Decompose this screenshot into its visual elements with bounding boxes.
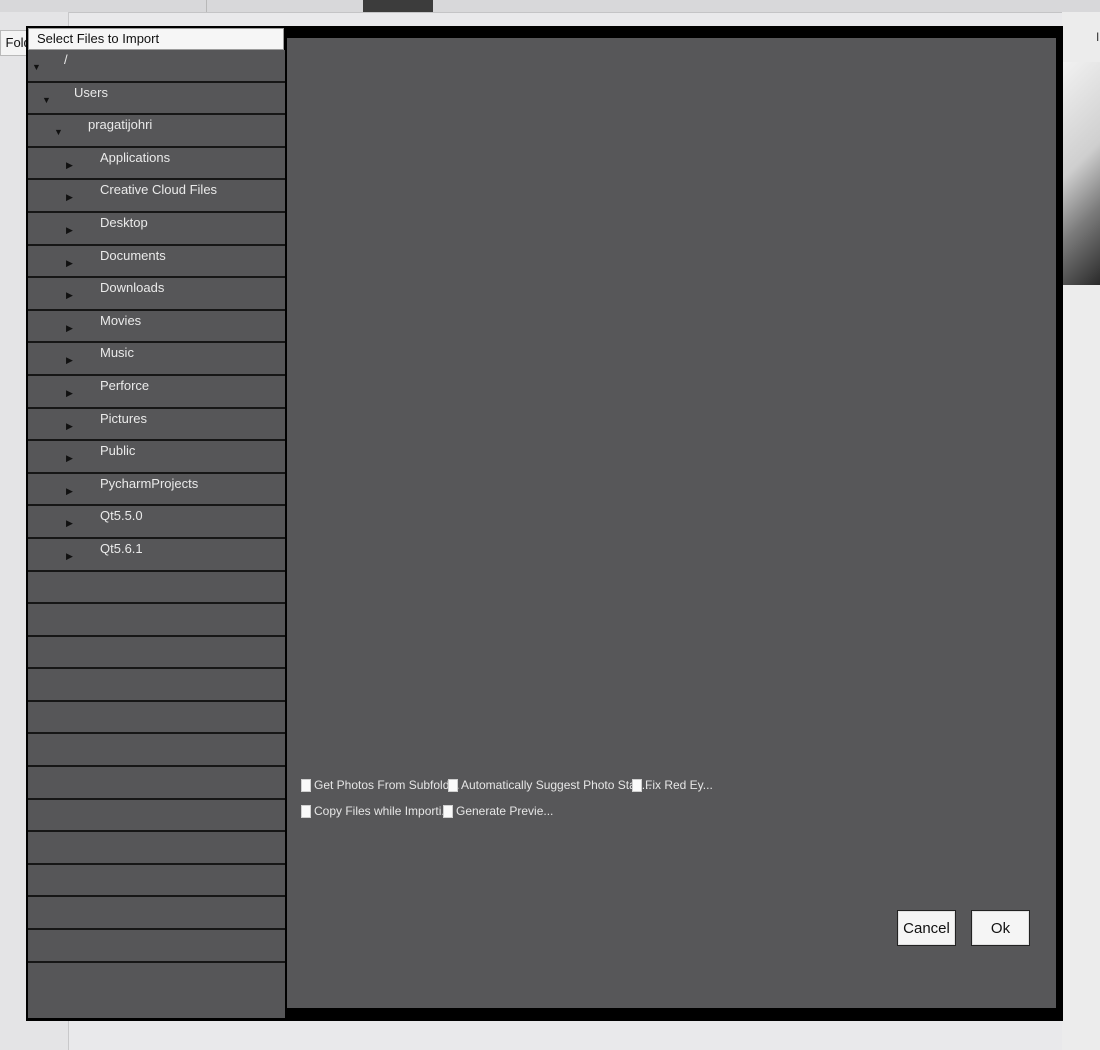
option-label: Copy Files while Importi... xyxy=(314,804,452,818)
tree-row-empty xyxy=(28,897,285,931)
option-generate-previews[interactable]: Generate Previe... xyxy=(443,804,553,818)
tree-row-creative-cloud-files[interactable]: ▶ Creative Cloud Files xyxy=(28,180,285,213)
collapsed-arrow-icon[interactable]: ▶ xyxy=(66,518,73,529)
tree-row-empty xyxy=(28,637,285,670)
tree-row-users[interactable]: ▼ Users xyxy=(28,83,285,116)
checkbox-copy-files-while-importing[interactable] xyxy=(301,804,311,818)
collapsed-arrow-icon[interactable]: ▶ xyxy=(66,388,73,399)
tree-row-applications[interactable]: ▶ Applications xyxy=(28,148,285,181)
collapsed-arrow-icon[interactable]: ▶ xyxy=(66,453,73,464)
collapsed-arrow-icon[interactable]: ▶ xyxy=(66,323,73,334)
tree-row-label: Applications xyxy=(100,149,171,165)
option-fix-red-eyes[interactable]: Fix Red Ey... xyxy=(632,778,713,792)
tree-row-label: Creative Cloud Files xyxy=(100,182,218,198)
tree-row-pictures[interactable]: ▶ Pictures xyxy=(28,409,285,442)
tree-row-qt5-6-1[interactable]: ▶ Qt5.6.1 xyxy=(28,539,285,572)
collapsed-arrow-icon[interactable]: ▶ xyxy=(66,225,73,236)
tree-row-label: Qt5.6.1 xyxy=(100,540,143,556)
tree-row-label: PycharmProjects xyxy=(100,475,199,491)
tree-row-label: Music xyxy=(100,345,134,361)
tree-row-label: Documents xyxy=(100,247,166,263)
background-right-glyph: I xyxy=(1096,30,1100,44)
collapsed-arrow-icon[interactable]: ▶ xyxy=(66,421,73,432)
collapsed-arrow-icon[interactable]: ▶ xyxy=(66,192,73,203)
expanded-arrow-icon[interactable]: ▼ xyxy=(32,62,41,72)
option-get-photos-from-subfolders[interactable]: Get Photos From Subfold... xyxy=(301,778,459,792)
option-auto-suggest-photo-stacks[interactable]: Automatically Suggest Photo Stac... xyxy=(448,778,652,792)
cancel-button[interactable]: Cancel xyxy=(897,910,956,946)
tree-row-empty xyxy=(28,930,285,963)
tree-row-label: Desktop xyxy=(100,214,148,230)
tree-row-label: Users xyxy=(74,84,108,100)
tree-row-empty xyxy=(28,572,285,605)
collapsed-arrow-icon[interactable]: ▶ xyxy=(66,551,73,562)
tree-row-label: / xyxy=(64,52,68,67)
collapsed-arrow-icon[interactable]: ▶ xyxy=(66,258,73,269)
tree-row-empty xyxy=(28,734,285,768)
tree-row-movies[interactable]: ▶ Movies xyxy=(28,311,285,344)
background-separator xyxy=(206,0,207,12)
tree-row-label: Perforce xyxy=(100,377,150,393)
tree-row-empty xyxy=(28,832,285,865)
tree-row-label: Public xyxy=(100,443,136,459)
option-label: Generate Previe... xyxy=(456,804,554,818)
tree-row-music[interactable]: ▶ Music xyxy=(28,343,285,376)
background-top-strip xyxy=(0,0,1100,13)
tree-row-empty xyxy=(28,702,285,735)
checkbox-fix-red-eyes[interactable] xyxy=(632,778,642,792)
tree-row-label: Downloads xyxy=(100,280,165,296)
checkbox-generate-previews[interactable] xyxy=(443,804,453,818)
expanded-arrow-icon[interactable]: ▼ xyxy=(42,95,51,105)
tree-row-label: pragatijohri xyxy=(88,117,153,133)
tree-row-empty xyxy=(28,669,285,702)
collapsed-arrow-icon[interactable]: ▶ xyxy=(66,486,73,497)
tree-row-root[interactable]: ▼ / xyxy=(28,50,285,83)
tree-row-label: Qt5.5.0 xyxy=(100,508,143,524)
background-dark-tab xyxy=(363,0,433,12)
option-copy-files-while-importing[interactable]: Copy Files while Importi... xyxy=(301,804,451,818)
tree-row-label: Pictures xyxy=(100,410,147,426)
tree-row-qt5-5-0[interactable]: ▶ Qt5.5.0 xyxy=(28,506,285,539)
collapsed-arrow-icon[interactable]: ▶ xyxy=(66,355,73,366)
background-photo-thumbnail xyxy=(1062,62,1100,285)
expanded-arrow-icon[interactable]: ▼ xyxy=(54,127,63,137)
option-label: Automatically Suggest Photo Stac... xyxy=(461,778,652,792)
tree-row-desktop[interactable]: ▶ Desktop xyxy=(28,213,285,246)
dialog-title: Select Files to Import xyxy=(28,28,284,50)
tree-row-label: Movies xyxy=(100,312,142,328)
folder-tree[interactable]: ▼ / ▼ Users ▼ pragatijohri ▶ Applications ▶ Creat… xyxy=(28,50,285,1018)
collapsed-arrow-icon[interactable]: ▶ xyxy=(66,160,73,171)
tree-row-public[interactable]: ▶ Public xyxy=(28,441,285,474)
ok-button[interactable]: Ok xyxy=(971,910,1030,946)
checkbox-auto-suggest-photo-stacks[interactable] xyxy=(448,778,458,792)
file-preview-area[interactable]: Get Photos From Subfold... Automatically… xyxy=(287,38,1056,1008)
collapsed-arrow-icon[interactable]: ▶ xyxy=(66,290,73,301)
tree-row-empty xyxy=(28,865,285,898)
tree-row-documents[interactable]: ▶ Documents xyxy=(28,246,285,279)
tree-row-pragatijohri[interactable]: ▼ pragatijohri xyxy=(28,115,285,148)
tree-row-downloads[interactable]: ▶ Downloads xyxy=(28,278,285,311)
option-label: Fix Red Ey... xyxy=(645,778,713,792)
tree-row-pycharmprojects[interactable]: ▶ PycharmProjects xyxy=(28,474,285,507)
tree-row-perforce[interactable]: ▶ Perforce xyxy=(28,376,285,409)
tree-row-empty xyxy=(28,767,285,800)
tree-row-empty xyxy=(28,604,285,637)
tree-row-empty xyxy=(28,800,285,833)
option-label: Get Photos From Subfold... xyxy=(314,778,460,792)
checkbox-get-photos-from-subfolders[interactable] xyxy=(301,778,311,792)
